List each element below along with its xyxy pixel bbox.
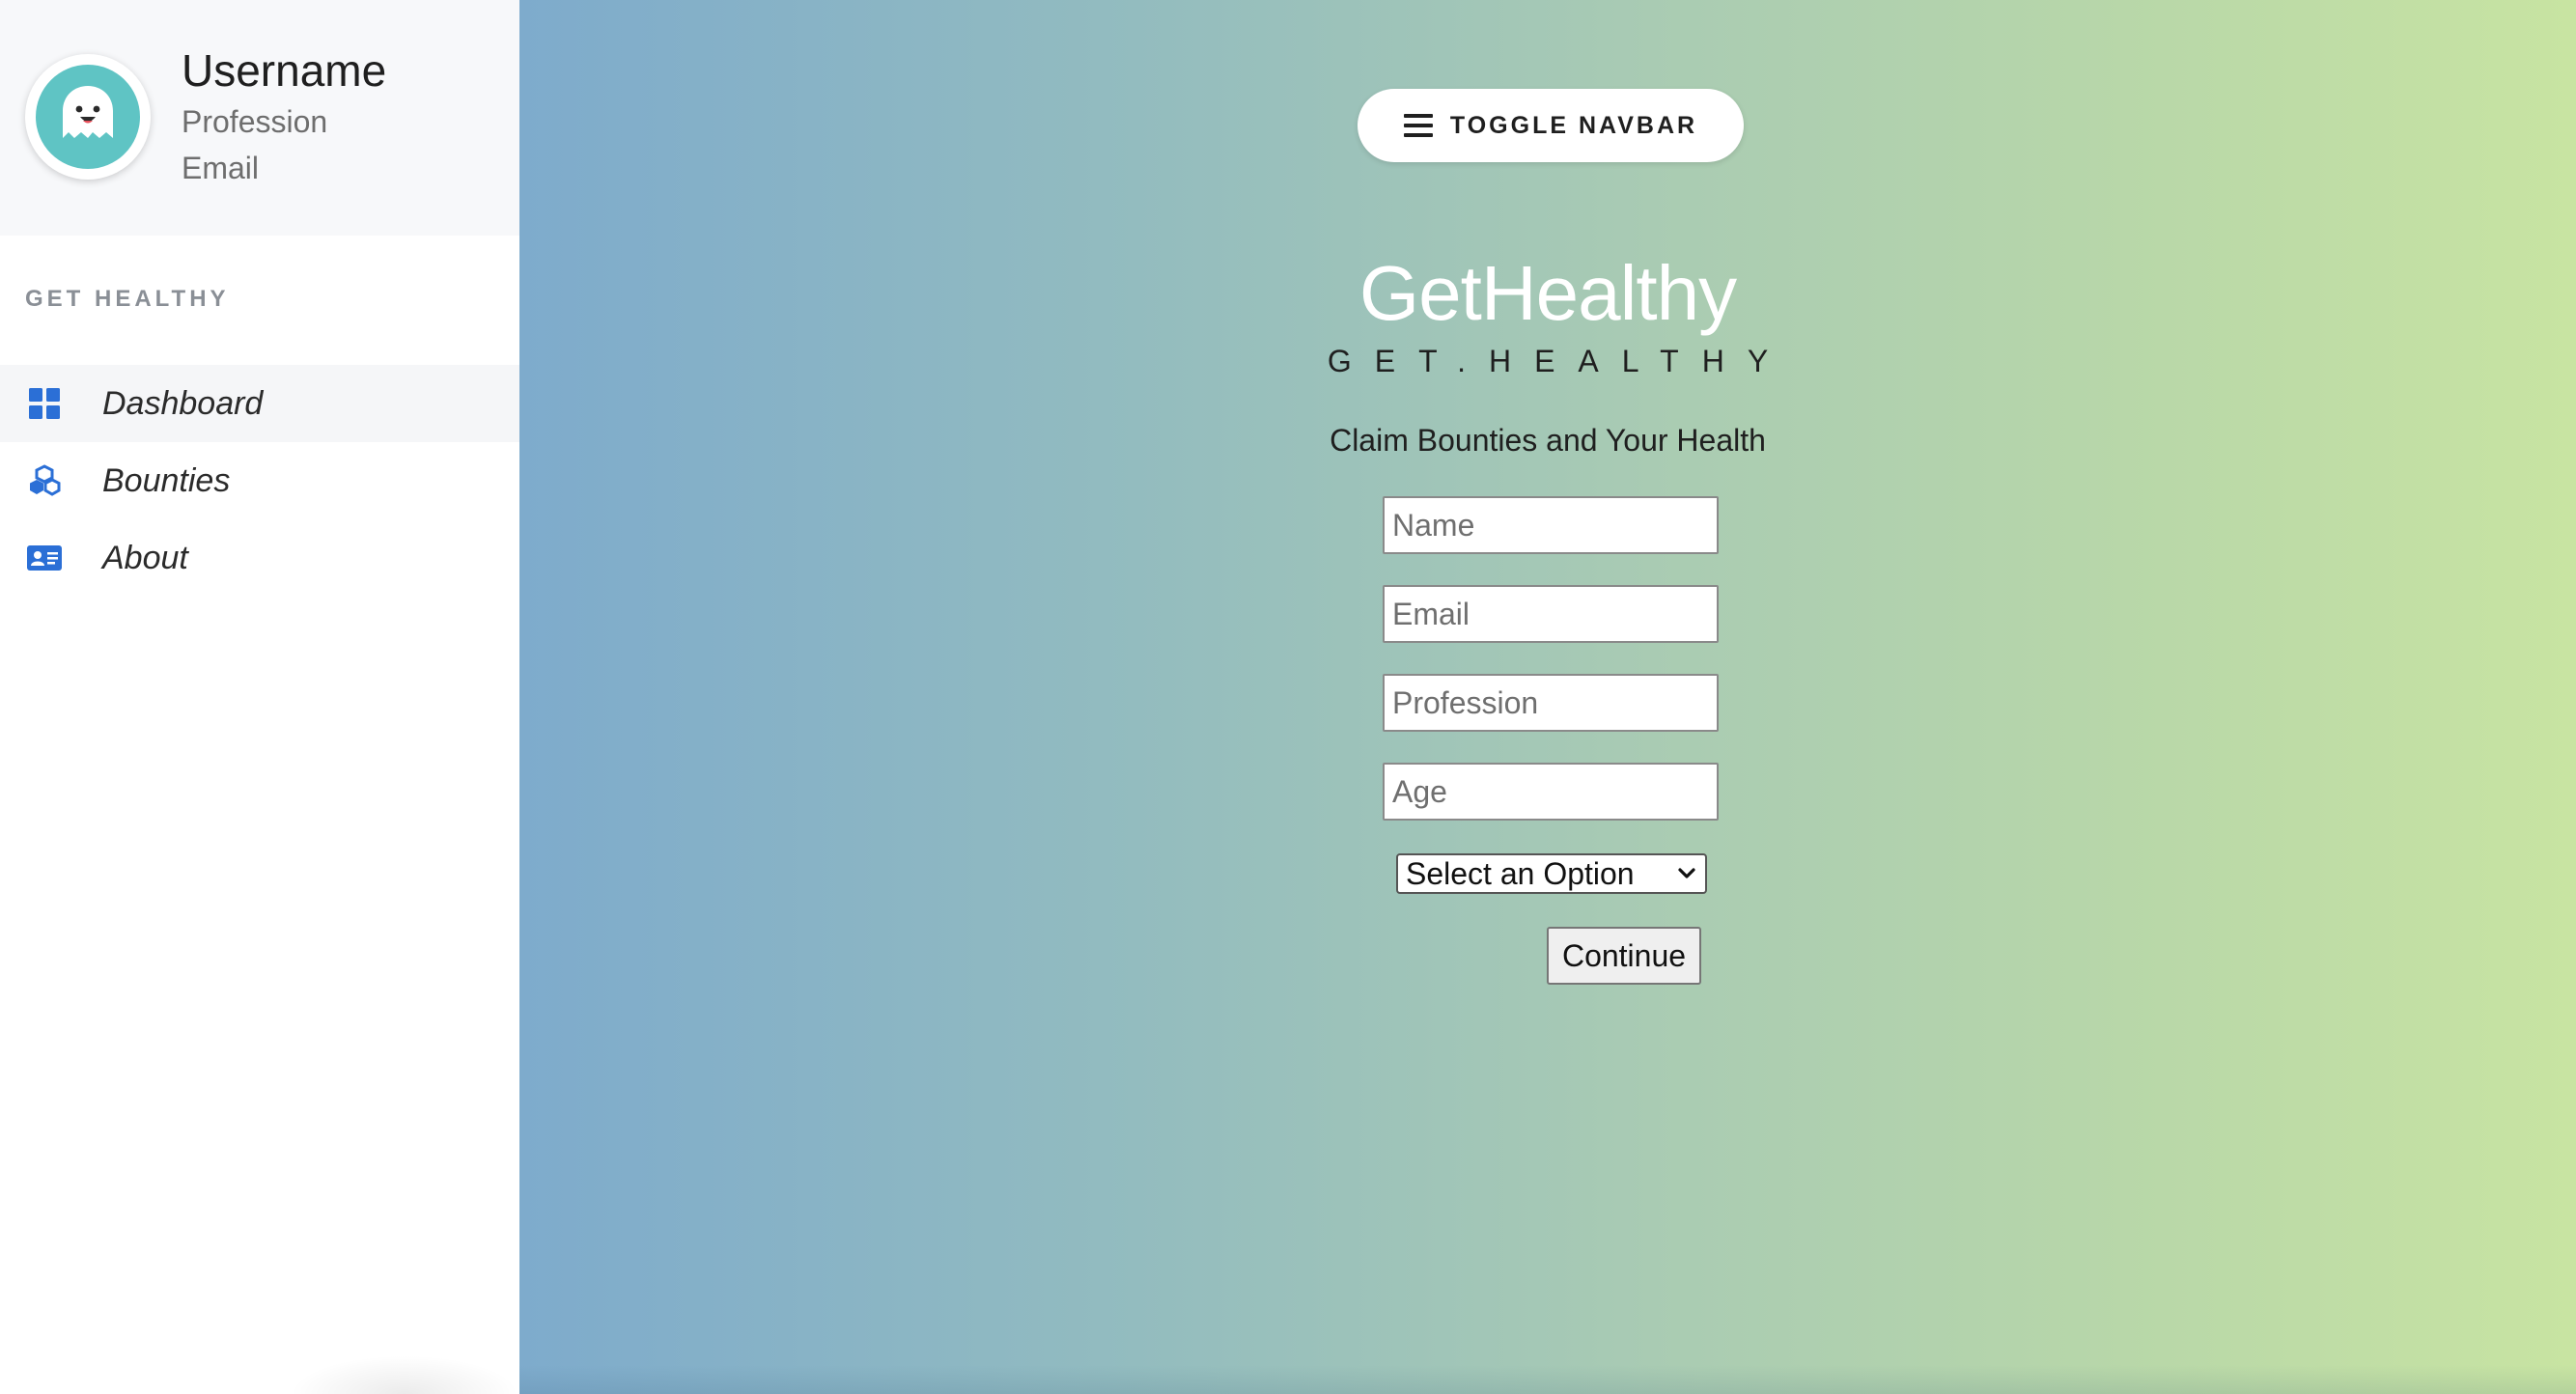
- profile-text: Username Profession Email: [182, 42, 386, 191]
- sidebar-item-dashboard[interactable]: Dashboard: [0, 365, 519, 442]
- brand-title: GetHealthy: [1358, 250, 1737, 336]
- brand-tagline: GET.HEALTHY: [1327, 344, 1792, 378]
- cubes-icon: [27, 463, 62, 498]
- ghost-avatar-icon: [36, 65, 140, 169]
- sidebar-item-about[interactable]: About: [0, 519, 519, 597]
- age-input[interactable]: [1383, 763, 1719, 821]
- sidebar-item-label: Bounties: [102, 461, 231, 499]
- sidebar-item-label: About: [102, 539, 188, 576]
- name-input[interactable]: [1383, 496, 1719, 554]
- profile-username: Username: [182, 45, 387, 96]
- email-input[interactable]: [1383, 585, 1719, 643]
- sidebar: Username Profession Email GET HEALTHY Da…: [0, 0, 519, 1394]
- main-content: TOGGLE NAVBAR GetHealthy GET.HEALTHY Cla…: [519, 0, 2576, 1394]
- avatar[interactable]: [25, 54, 151, 180]
- profile-profession: Profession: [182, 104, 328, 139]
- sidebar-item-bounties[interactable]: Bounties: [0, 442, 519, 519]
- profile-email: Email: [182, 151, 260, 185]
- sidebar-item-label: Dashboard: [102, 384, 264, 422]
- id-card-icon: [27, 541, 62, 575]
- sidebar-nav: Dashboard Bounties About: [0, 365, 519, 597]
- profession-input[interactable]: [1383, 674, 1719, 732]
- continue-button[interactable]: Continue: [1547, 927, 1701, 985]
- toggle-navbar-button[interactable]: TOGGLE NAVBAR: [1358, 89, 1744, 162]
- page-subtitle: Claim Bounties and Your Health: [1330, 423, 1766, 458]
- chevron-down-icon: [1678, 868, 1695, 878]
- option-select[interactable]: Select an Option: [1396, 853, 1707, 894]
- dashboard-grid-icon: [27, 386, 62, 421]
- option-select-value: Select an Option: [1406, 855, 1635, 891]
- sidebar-shadow: [290, 1355, 519, 1394]
- toggle-navbar-label: TOGGLE NAVBAR: [1449, 111, 1698, 139]
- main-bottom-shadow: [519, 1365, 2576, 1394]
- profile-panel: Username Profession Email: [0, 0, 519, 236]
- hamburger-icon: [1403, 114, 1433, 137]
- sidebar-section-title: GET HEALTHY: [25, 286, 230, 312]
